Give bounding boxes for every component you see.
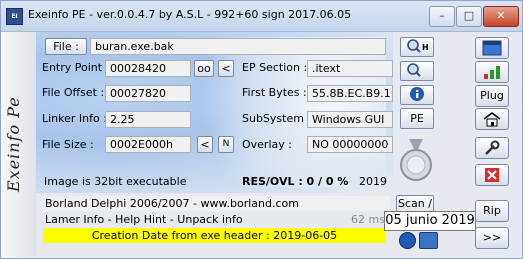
tools-icon <box>485 140 500 155</box>
entry-point-oo-button[interactable]: oo <box>194 60 214 77</box>
side-logo-text: Exeinfo Pe <box>4 96 23 192</box>
info-icon <box>410 87 424 101</box>
maximize-button[interactable]: □ <box>456 6 482 27</box>
home-button[interactable] <box>475 108 509 130</box>
info-line-compiler: Borland Delphi 2006/2007 - www.borland.c… <box>43 196 390 211</box>
app-icon: EI <box>6 8 23 25</box>
open-window-button[interactable] <box>475 37 509 59</box>
year-text: 2019 <box>359 175 387 188</box>
res-ovl-text: RES/OVL : 0 / 0 % <box>242 175 349 188</box>
file-size-n-button[interactable]: N <box>218 136 234 153</box>
close-button[interactable]: ✕ <box>483 6 519 27</box>
window-icon <box>482 40 502 56</box>
stats-button[interactable] <box>475 61 509 83</box>
plug-button[interactable]: Plug <box>475 85 509 107</box>
magnifier-icon <box>407 63 421 77</box>
rip-button[interactable]: Rip <box>475 200 509 222</box>
file-size-field[interactable]: 0002E000h <box>105 136 191 153</box>
home-icon <box>483 112 501 127</box>
overlay-field[interactable]: NO 00000000 <box>307 136 393 153</box>
scan-time-text: 62 ms. <box>351 213 389 226</box>
entry-point-label: Entry Point : <box>42 61 110 74</box>
window-title: Exeinfo PE - ver.0.0.4.7 by A.S.L - 992+… <box>28 8 352 21</box>
h-letter: H <box>422 43 429 52</box>
image-info-text: Image is 32bit executable <box>44 175 187 188</box>
next-button[interactable]: >> <box>475 227 509 249</box>
search-button[interactable] <box>400 61 434 81</box>
minimize-button[interactable]: – <box>429 6 455 27</box>
exit-button[interactable] <box>475 164 509 186</box>
linker-info-field[interactable]: 2.25 <box>105 111 191 128</box>
info-line-help: Lamer Info - Help Hint - Unpack info <box>45 213 243 226</box>
file-offset-label: File Offset : <box>42 86 105 99</box>
help-icon[interactable] <box>399 232 416 249</box>
first-bytes-field[interactable]: 55.8B.EC.B9.11 <box>307 85 393 102</box>
pe-button[interactable]: PE <box>400 108 434 129</box>
date-tooltip: 05 junio 2019 <box>384 211 476 231</box>
subsystem-field[interactable]: Windows GUI <box>307 111 393 128</box>
ep-section-field[interactable]: .itext <box>307 60 393 77</box>
settings-button[interactable] <box>475 137 509 159</box>
file-size-label: File Size : <box>42 138 94 151</box>
side-banner: Exeinfo Pe <box>1 32 36 258</box>
creation-date-bar: Creation Date from exe header : 2019-06-… <box>43 228 386 243</box>
close-icon <box>485 168 499 182</box>
subsystem-label: SubSystem : <box>242 112 312 125</box>
file-name-field[interactable]: buran.exe.bak <box>90 38 386 55</box>
magnifier-icon: H <box>407 39 429 53</box>
bar-chart-icon <box>484 66 500 79</box>
medal-icon <box>400 139 432 181</box>
overlay-label: Overlay : <box>242 138 292 151</box>
file-size-prev-button[interactable]: < <box>197 136 213 153</box>
entry-point-prev-button[interactable]: < <box>218 60 234 77</box>
info-button[interactable] <box>400 85 434 105</box>
first-bytes-label: First Bytes : <box>242 86 307 99</box>
linker-info-label: Linker Info : <box>42 112 107 125</box>
file-button[interactable]: File : <box>45 38 87 55</box>
main-window: EI Exeinfo PE - ver.0.0.4.7 by A.S.L - 9… <box>0 0 523 259</box>
entry-point-field[interactable]: 00028420 <box>105 60 191 77</box>
title-bar: EI Exeinfo PE - ver.0.0.4.7 by A.S.L - 9… <box>1 1 522 32</box>
search-tool-button[interactable]: H <box>400 37 434 57</box>
ep-section-label: EP Section : <box>242 61 308 74</box>
file-offset-field[interactable]: 00027820 <box>105 85 191 102</box>
tools-icon[interactable] <box>419 232 438 249</box>
